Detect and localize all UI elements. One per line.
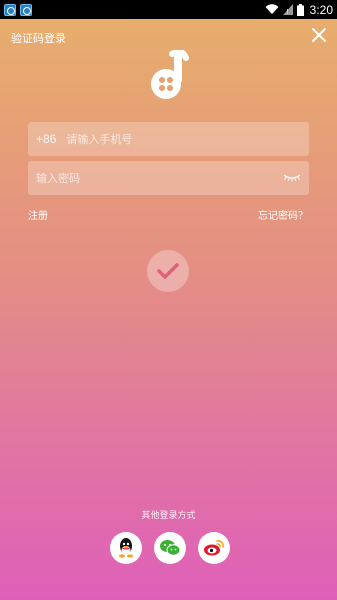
- qq-icon: [119, 538, 133, 558]
- notification-app-icon: [20, 3, 32, 16]
- wifi-icon: [265, 4, 279, 14]
- country-code[interactable]: +86: [36, 132, 56, 146]
- close-icon[interactable]: [311, 27, 327, 43]
- phone-input[interactable]: [66, 132, 301, 146]
- phone-field[interactable]: +86: [28, 122, 309, 156]
- notification-app-icon: [4, 3, 16, 16]
- login-submit-button[interactable]: [147, 250, 189, 292]
- weibo-icon: [204, 540, 224, 556]
- wechat-icon: [160, 540, 181, 556]
- register-link[interactable]: 注册: [28, 207, 48, 222]
- password-field[interactable]: [28, 161, 309, 195]
- status-bar: ! 3:20: [0, 0, 337, 19]
- password-input[interactable]: [36, 171, 283, 185]
- svg-text:!: !: [286, 8, 289, 15]
- signal-icon: !: [282, 4, 293, 15]
- eye-closed-icon[interactable]: [283, 173, 301, 183]
- battery-icon: [296, 3, 304, 16]
- app-logo: [151, 50, 189, 99]
- check-icon: [157, 263, 179, 279]
- weibo-login-button[interactable]: [198, 532, 230, 564]
- other-login-label: 其他登录方式: [141, 511, 196, 521]
- wechat-login-button[interactable]: [154, 532, 186, 564]
- qq-login-button[interactable]: [110, 532, 142, 564]
- social-login-row: [110, 532, 230, 564]
- page-title[interactable]: 验证码登录: [11, 30, 66, 46]
- clock: 3:20: [309, 2, 333, 17]
- forgot-password-link[interactable]: 忘记密码？: [258, 207, 308, 222]
